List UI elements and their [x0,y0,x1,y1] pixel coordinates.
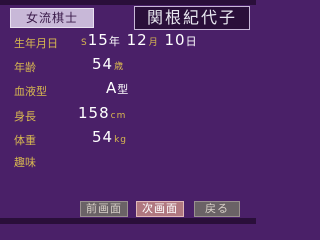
blood-value: A型 [106,79,129,97]
age-number: 54 [92,55,114,73]
back-button[interactable]: 戻る [194,201,240,217]
blood-unit: 型 [117,83,130,96]
weight-label: 体重 [14,134,36,147]
height-number: 158 [78,104,110,122]
birthday-year-unit: 年 [108,35,121,48]
birthday-label: 生年月日 [14,37,58,50]
age-value: 54歳 [92,55,124,73]
blood-type: A [106,79,118,97]
birthday-value: S15年 12月 10日 [80,31,198,49]
height-value: 158cm [78,104,126,122]
weight-unit: kg [114,135,128,145]
prev-screen-button[interactable]: 前画面 [80,201,128,217]
player-name: 関根紀代子 [134,6,250,30]
birthday-month: 12 [126,31,148,49]
bottom-border [0,218,256,224]
top-border [0,0,256,5]
birthday-era: S [81,38,88,48]
next-screen-button[interactable]: 次画面 [136,201,184,217]
hobby-label: 趣味 [14,156,36,169]
weight-number: 54 [92,128,114,146]
weight-value: 54kg [92,128,127,146]
blood-label: 血液型 [14,85,47,98]
title-tag: 女流棋士 [10,8,94,28]
height-label: 身長 [14,110,36,123]
height-unit: cm [110,111,127,121]
age-unit: 歳 [114,62,125,72]
age-label: 年齢 [14,61,36,74]
birthday-year: 15 [87,31,109,49]
birthday-month-unit: 月 [148,38,159,48]
birthday-day-unit: 日 [185,35,198,48]
birthday-day: 10 [164,31,186,49]
profile-screen: 女流棋士 関根紀代子 生年月日 S15年 12月 10日 年齢 54歳 血液型 … [0,0,256,224]
